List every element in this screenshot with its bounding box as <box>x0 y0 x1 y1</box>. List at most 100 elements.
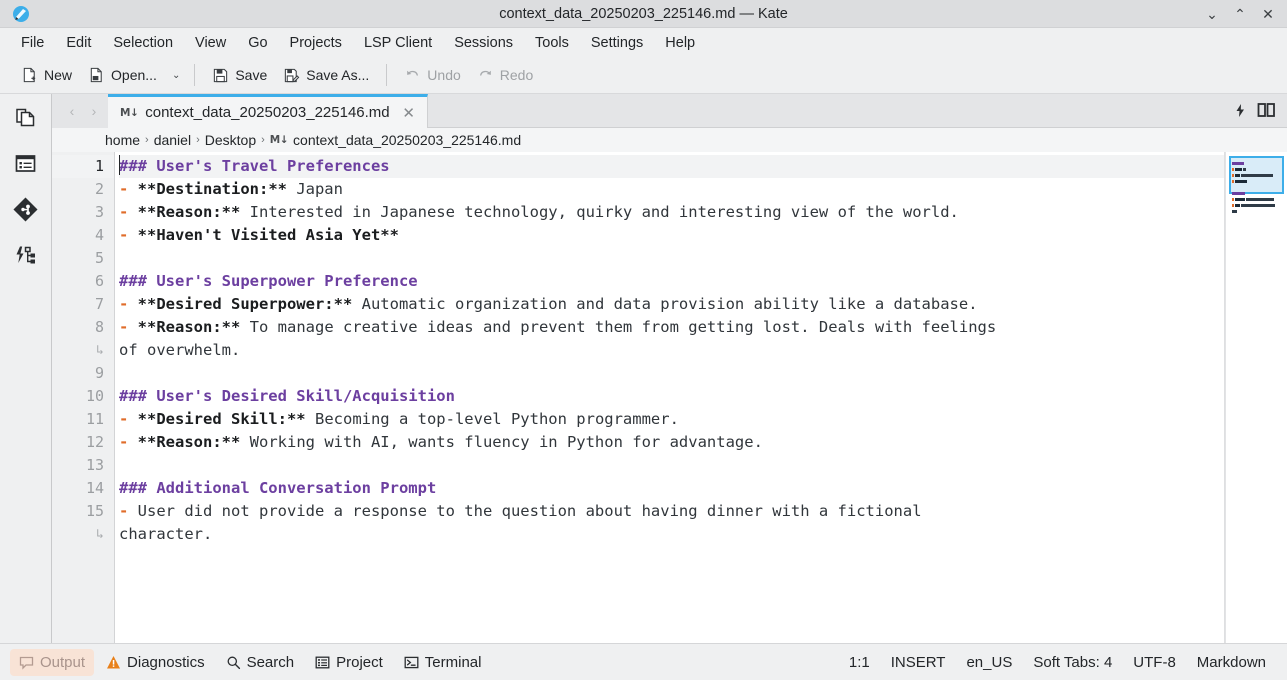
menu-selection[interactable]: Selection <box>102 31 184 55</box>
new-button[interactable]: New <box>14 63 79 88</box>
tab-close-icon[interactable]: ✕ <box>401 104 417 122</box>
diagnostics-button[interactable]: Diagnostics <box>97 649 214 676</box>
breadcrumb-item-desktop[interactable]: Desktop <box>205 132 256 148</box>
code-line[interactable]: - **Reason:** Working with AI, wants flu… <box>119 431 1224 454</box>
search-button[interactable]: Search <box>217 649 304 676</box>
code-line[interactable]: - **Reason:** Interested in Japanese tec… <box>119 201 1224 224</box>
line-number: 14 <box>85 479 104 497</box>
tab-mode[interactable]: Soft Tabs: 4 <box>1024 649 1121 676</box>
breadcrumb-separator-2: › <box>196 134 200 146</box>
new-button-label: New <box>44 67 73 83</box>
code-line[interactable] <box>119 454 1224 477</box>
code-line[interactable]: ### Additional Conversation Prompt <box>119 477 1224 500</box>
menu-tools[interactable]: Tools <box>524 31 580 55</box>
code-token: **Haven't Visited Asia Yet** <box>137 226 399 244</box>
menu-settings[interactable]: Settings <box>580 31 654 55</box>
code-line[interactable]: - **Desired Superpower:** Automatic orga… <box>119 293 1224 316</box>
terminal-button[interactable]: Terminal <box>395 649 491 676</box>
locale-indicator[interactable]: en_US <box>957 649 1021 676</box>
project-button[interactable]: Project <box>306 649 392 676</box>
kate-app-icon <box>12 5 30 23</box>
toolbar-separator-2 <box>386 64 388 86</box>
menu-view[interactable]: View <box>184 31 237 55</box>
code-token: **Desired Skill:** <box>137 410 306 428</box>
main-toolbar: New Open... ⌄ Save Save As... Undo Redo <box>0 57 1287 94</box>
undo-button[interactable]: Undo <box>397 63 467 88</box>
code-line[interactable]: ### User's Travel Preferences <box>119 155 1224 178</box>
line-number: 3 <box>94 203 104 221</box>
git-icon <box>13 197 38 227</box>
code-line[interactable]: - **Destination:** Japan <box>119 178 1224 201</box>
menu-sessions[interactable]: Sessions <box>443 31 524 55</box>
menu-help[interactable]: Help <box>654 31 706 55</box>
markdown-file-icon: M↓ <box>269 134 289 146</box>
sidebar-item-git[interactable] <box>7 194 45 230</box>
line-number: 12 <box>85 433 104 451</box>
code-line[interactable]: ### User's Desired Skill/Acquisition <box>119 385 1224 408</box>
minimap-token <box>1235 197 1245 201</box>
editor-view: 1 2 3 4 5 6 7 8 ↳ 9 10 11 12 13 14 15 ↳ ### User's Trave… <box>52 152 1287 643</box>
save-as-button[interactable]: Save As... <box>276 63 376 88</box>
code-token: **Reason:** <box>137 433 241 451</box>
lsp-status-icon[interactable] <box>1229 99 1251 123</box>
search-button-label: Search <box>246 653 295 671</box>
cursor-position[interactable]: 1:1 <box>840 649 879 676</box>
output-button-label: Output <box>40 653 86 671</box>
split-view-icon[interactable] <box>1255 99 1277 123</box>
save-button-label: Save <box>235 67 268 83</box>
code-line[interactable]: - **Haven't Visited Asia Yet** <box>119 224 1224 247</box>
menu-lsp-client[interactable]: LSP Client <box>353 31 443 55</box>
save-button[interactable]: Save <box>205 63 274 88</box>
code-token: **Reason:** <box>137 318 241 336</box>
redo-button[interactable]: Redo <box>470 63 540 88</box>
code-line[interactable]: - User did not provide a response to the… <box>119 500 1224 523</box>
line-number: 4 <box>94 226 104 244</box>
tab-context-data-md[interactable]: M↓ context_data_20250203_225146.md ✕ <box>108 94 428 128</box>
code-line[interactable] <box>119 362 1224 385</box>
code-line[interactable]: of overwhelm. <box>119 339 1224 362</box>
code-line[interactable]: character. <box>119 523 1224 546</box>
text-caret <box>119 155 120 175</box>
minimap-token <box>1232 167 1234 171</box>
project-icon <box>315 655 330 670</box>
breadcrumb-item-filename[interactable]: context_data_20250203_225146.md <box>293 132 521 148</box>
menu-go[interactable]: Go <box>237 31 278 55</box>
documents-icon <box>14 106 37 134</box>
code-token: Japan <box>286 180 343 198</box>
close-button[interactable]: ✕ <box>1255 2 1281 26</box>
menu-projects[interactable]: Projects <box>279 31 353 55</box>
code-token: - <box>119 226 138 244</box>
maximize-button[interactable]: ⌃ <box>1227 2 1253 26</box>
code-line[interactable]: - **Desired Skill:** Becoming a top-leve… <box>119 408 1224 431</box>
code-line[interactable]: - **Reason:** To manage creative ideas a… <box>119 316 1224 339</box>
minimize-button[interactable]: ⌄ <box>1199 2 1225 26</box>
code-line[interactable]: ### User's Superpower Preference <box>119 270 1224 293</box>
code-line[interactable] <box>119 247 1224 270</box>
terminal-icon <box>404 655 419 670</box>
breadcrumb-item-daniel[interactable]: daniel <box>154 132 191 148</box>
encoding[interactable]: UTF-8 <box>1124 649 1185 676</box>
breadcrumb-item-home[interactable]: home <box>105 132 140 148</box>
minimap[interactable] <box>1225 152 1287 643</box>
highlight-mode[interactable]: Markdown <box>1188 649 1275 676</box>
input-mode[interactable]: INSERT <box>882 649 955 676</box>
menu-file[interactable]: File <box>10 31 55 55</box>
sidebar-item-lsp-symbols[interactable] <box>7 240 45 276</box>
sidebar-item-filesystem-browser[interactable] <box>7 148 45 184</box>
menu-edit[interactable]: Edit <box>55 31 102 55</box>
code-token: Working with AI, wants fluency in Python… <box>240 433 763 451</box>
tab-prev-button[interactable]: ‹ <box>62 99 82 123</box>
workspace: ‹ › M↓ context_data_20250203_225146.md ✕ <box>0 94 1287 643</box>
tab-next-button[interactable]: › <box>84 99 104 123</box>
code-token: - <box>119 295 138 313</box>
sidebar-item-documents[interactable] <box>7 102 45 138</box>
line-number: 2 <box>94 180 104 198</box>
output-button[interactable]: Output <box>10 648 95 676</box>
open-dropdown-chevron-down-icon[interactable]: ⌄ <box>168 70 184 81</box>
open-button[interactable]: Open... <box>81 63 164 88</box>
window-controls: ⌄ ⌃ ✕ <box>1199 2 1287 26</box>
code-text-area[interactable]: ### User's Travel Preferences - **Destina… <box>115 152 1225 643</box>
line-number: 8 <box>94 318 104 336</box>
minimap-token <box>1232 203 1234 207</box>
line-wrap-marker: ↳ <box>96 343 104 358</box>
